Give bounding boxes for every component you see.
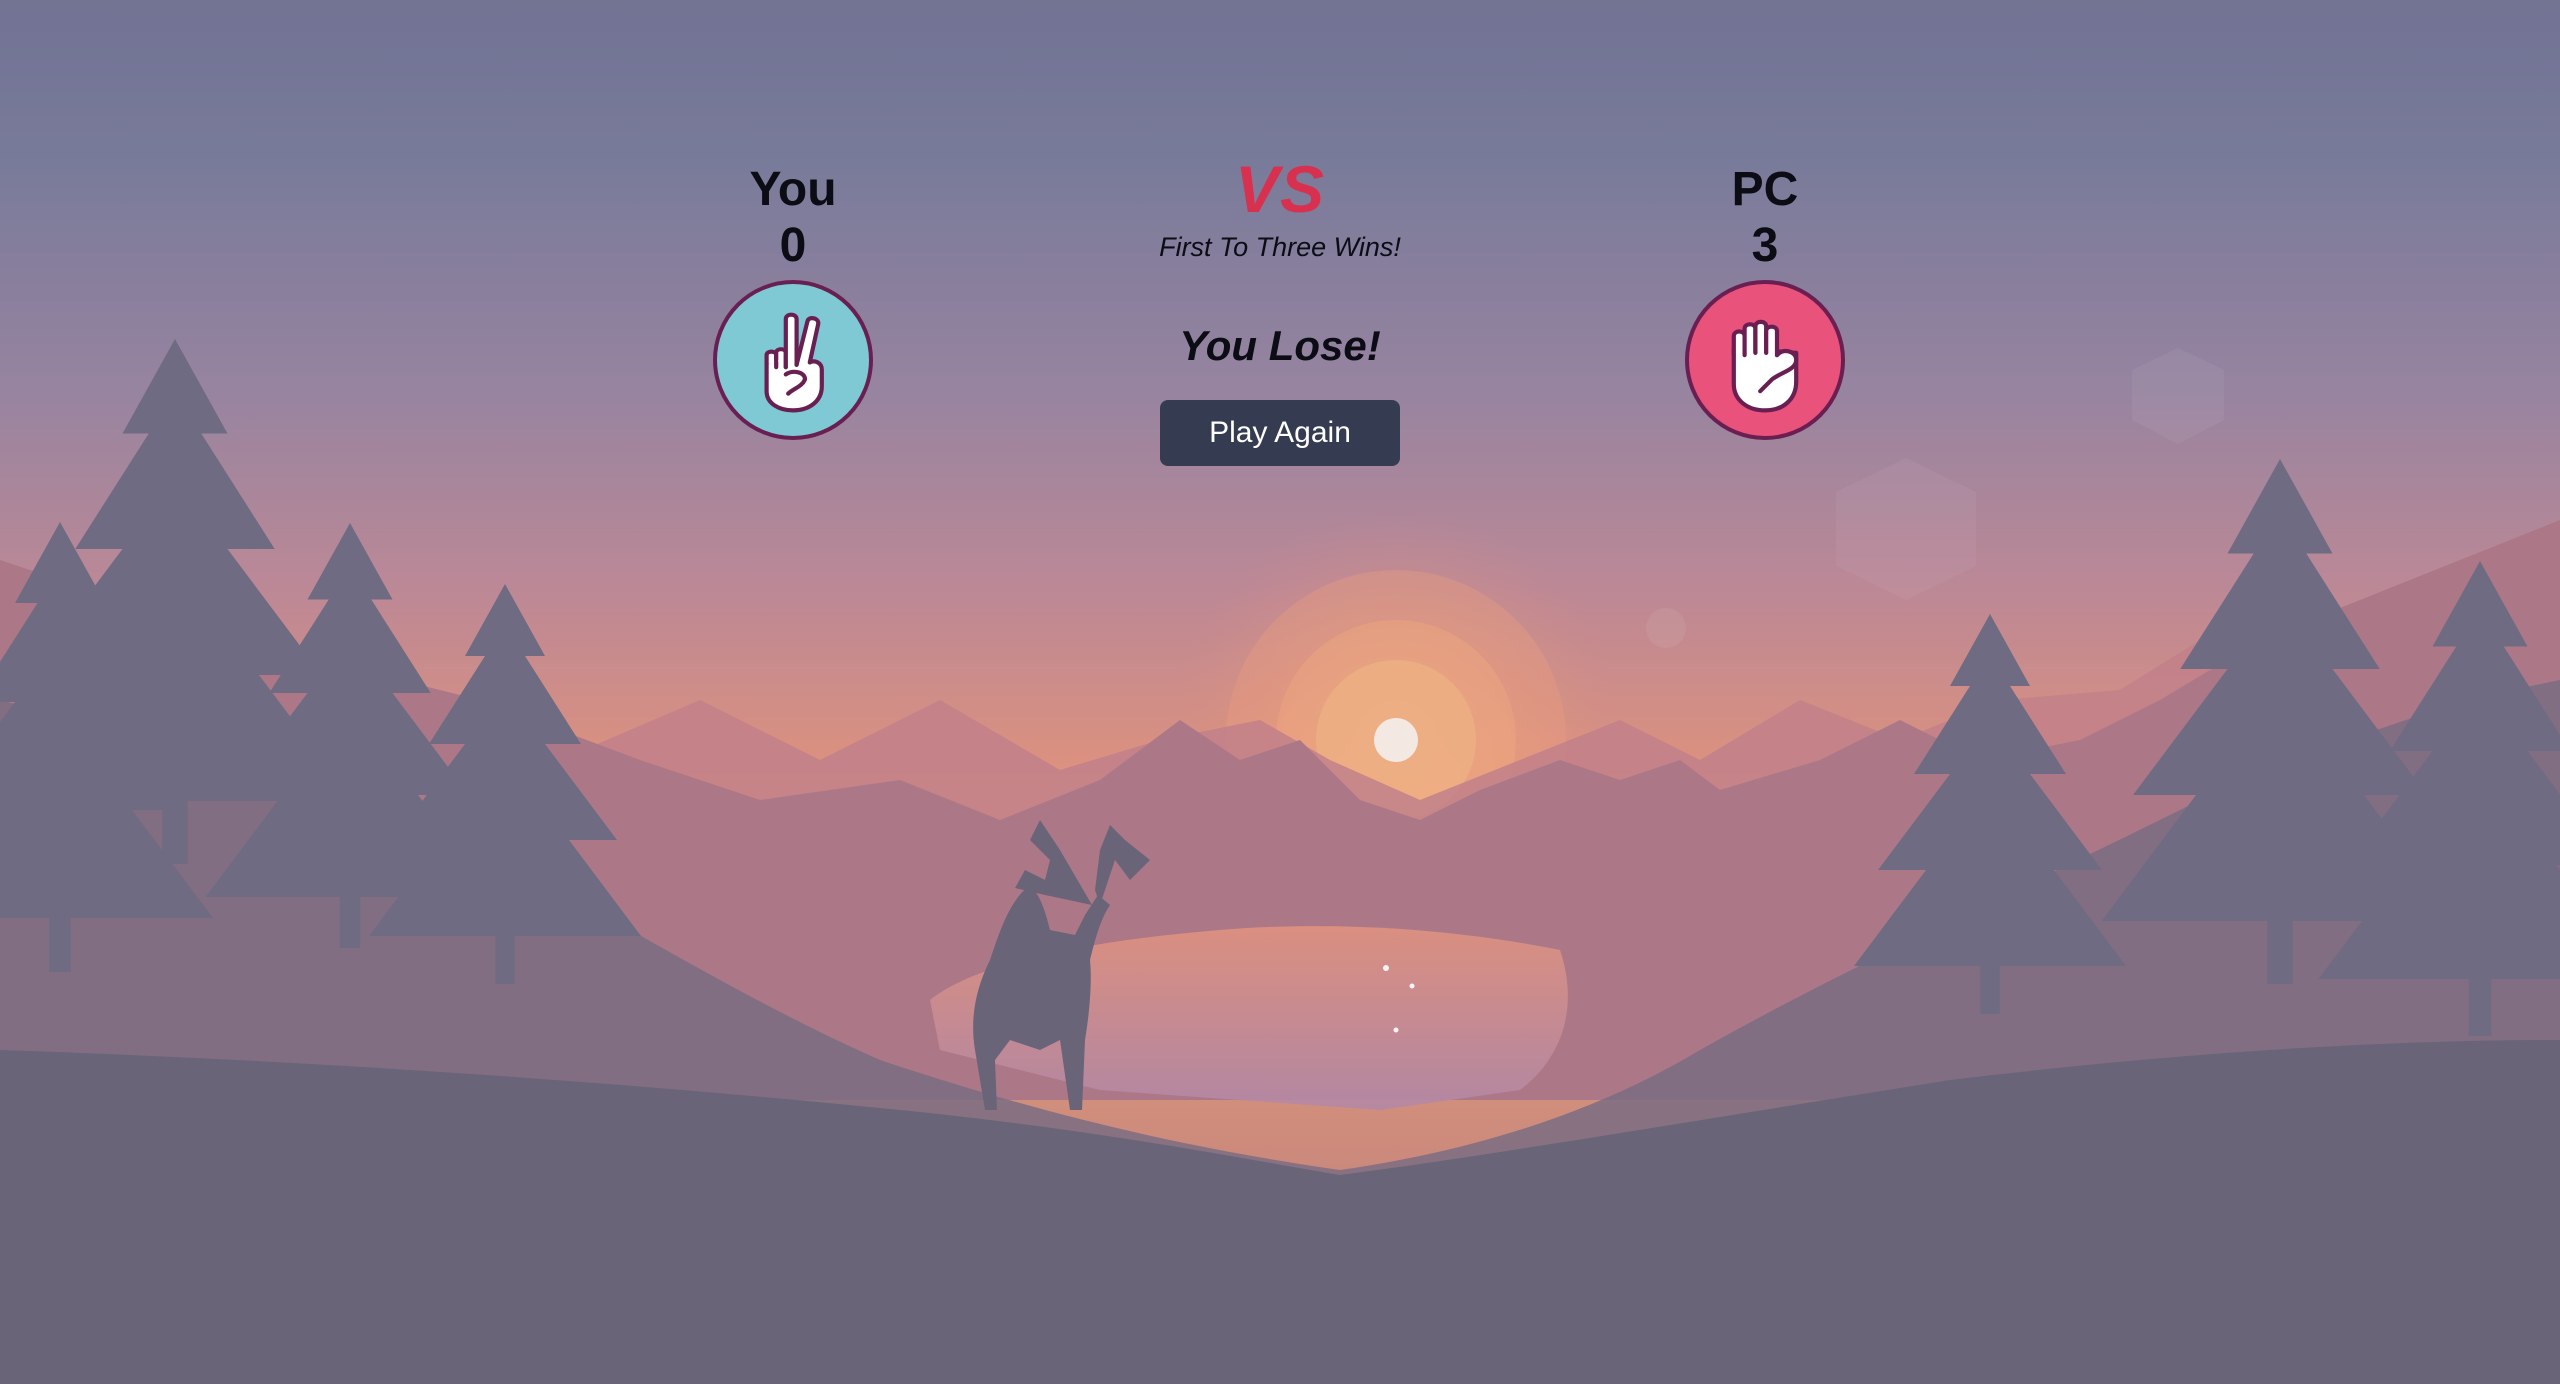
hand-rock-icon — [1731, 319, 1799, 413]
round-result-text: You Lose! — [1179, 322, 1381, 369]
computer-choice-disc — [1685, 280, 1845, 440]
hand-peace-icon — [764, 312, 824, 413]
computer-name-label: PC — [1731, 163, 1799, 216]
game-screen: You 0 VS First To Three Wins! You Lose! … — [0, 0, 2560, 1384]
computer-panel: PC 3 — [1615, 158, 1915, 440]
player-name-label: You — [749, 163, 837, 216]
play-again-button[interactable]: Play Again — [1160, 400, 1400, 466]
vs-label: VS — [1234, 152, 1326, 226]
player-choice-disc — [713, 280, 873, 440]
computer-score: 3 — [1751, 219, 1779, 272]
player-panel: You 0 — [643, 158, 943, 440]
match-rule-text: First To Three Wins! — [1159, 232, 1401, 262]
match-center-panel: VS First To Three Wins! You Lose! Play A… — [1080, 150, 1480, 466]
player-score: 0 — [779, 219, 807, 272]
